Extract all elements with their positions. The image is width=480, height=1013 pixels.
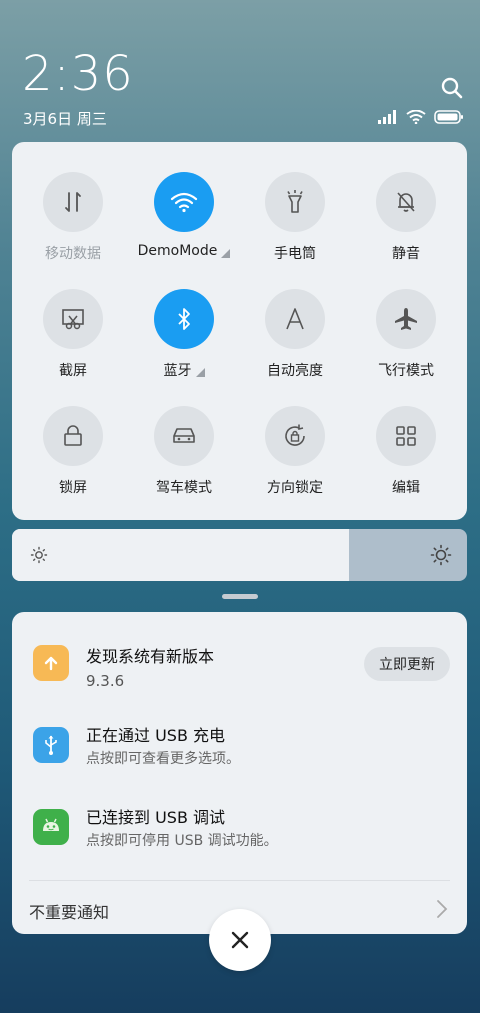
brightness-high-icon bbox=[430, 544, 452, 566]
mobile-data-icon bbox=[43, 172, 103, 232]
tile-label: 飞行模式 bbox=[378, 363, 434, 379]
tile-label: 编辑 bbox=[392, 480, 420, 496]
notification-subtitle: 点按即可查看更多选项。 bbox=[86, 751, 240, 767]
tile-label: 手电筒 bbox=[274, 246, 316, 262]
bell-off-icon bbox=[376, 172, 436, 232]
search-icon[interactable] bbox=[440, 76, 464, 100]
close-icon bbox=[231, 931, 249, 949]
notification-title: 正在通过 USB 充电 bbox=[86, 726, 226, 745]
lock-icon bbox=[43, 406, 103, 466]
date: 3月6日 周三 bbox=[23, 110, 107, 128]
brightness-slider[interactable] bbox=[12, 529, 467, 581]
notification-panel: 发现系统有新版本 9.3.6 立即更新 正在通过 USB 充电 点按即可查看更多… bbox=[12, 612, 467, 934]
clock: 2:36 bbox=[22, 46, 134, 102]
notification-system-update[interactable]: 发现系统有新版本 9.3.6 立即更新 bbox=[12, 645, 467, 715]
update-arrow-icon bbox=[33, 645, 69, 681]
tile-wifi[interactable]: DemoMode bbox=[129, 172, 239, 282]
tile-mute[interactable]: 静音 bbox=[351, 172, 461, 282]
expand-indicator-icon bbox=[221, 248, 231, 258]
panel-drag-handle[interactable] bbox=[222, 594, 258, 599]
notification-title: 发现系统有新版本 bbox=[86, 647, 215, 666]
wifi-status-icon bbox=[406, 110, 426, 124]
tile-label-row: 蓝牙 bbox=[129, 360, 239, 380]
tile-edit[interactable]: 编辑 bbox=[351, 406, 461, 516]
notification-usb-debugging[interactable]: 已连接到 USB 调试 点按即可停用 USB 调试功能。 bbox=[12, 808, 467, 879]
flashlight-icon bbox=[265, 172, 325, 232]
signal-icon bbox=[378, 110, 396, 124]
tile-label: 移动数据 bbox=[45, 246, 101, 262]
tile-label: 驾车模式 bbox=[156, 480, 212, 496]
tile-label: 蓝牙 bbox=[163, 363, 192, 379]
tile-label: DemoMode bbox=[137, 243, 218, 259]
tile-label: 截屏 bbox=[59, 363, 87, 379]
tile-label: 方向锁定 bbox=[267, 480, 323, 496]
expand-indicator-icon bbox=[195, 367, 205, 377]
status-bar: 2:36 3月6日 周三 bbox=[0, 0, 480, 140]
tile-label: 锁屏 bbox=[59, 480, 87, 496]
tile-flashlight[interactable]: 手电筒 bbox=[240, 172, 350, 282]
tile-mobile-data[interactable]: 移动数据 bbox=[18, 172, 128, 282]
chevron-right-icon[interactable] bbox=[436, 899, 448, 919]
notification-subtitle: 9.3.6 bbox=[86, 672, 125, 690]
tile-label-row: DemoMode bbox=[129, 243, 239, 259]
unimportant-notifications-link[interactable]: 不重要通知 bbox=[29, 899, 109, 923]
screenshot-icon bbox=[43, 289, 103, 349]
tile-auto-brightness[interactable]: 自动亮度 bbox=[240, 289, 350, 399]
car-icon bbox=[154, 406, 214, 466]
tile-bluetooth[interactable]: 蓝牙 bbox=[129, 289, 239, 399]
system-icons bbox=[378, 108, 464, 126]
notification-usb-charging[interactable]: 正在通过 USB 充电 点按即可查看更多选项。 bbox=[12, 726, 467, 797]
tile-screenshot[interactable]: 截屏 bbox=[18, 289, 128, 399]
grid-icon bbox=[376, 406, 436, 466]
usb-icon bbox=[33, 727, 69, 763]
android-icon bbox=[33, 809, 69, 845]
wifi-icon bbox=[154, 172, 214, 232]
airplane-icon bbox=[376, 289, 436, 349]
brightness-low-icon bbox=[30, 546, 48, 564]
notification-subtitle: 点按即可停用 USB 调试功能。 bbox=[86, 833, 278, 849]
auto-brightness-icon bbox=[265, 289, 325, 349]
quick-settings-panel: 移动数据 DemoMode 手电筒 静音 截屏 蓝牙 自动亮度 飞行模式 锁屏 … bbox=[12, 142, 467, 520]
tile-rotation-lock[interactable]: 方向锁定 bbox=[240, 406, 350, 516]
clear-all-button[interactable] bbox=[209, 909, 271, 971]
divider bbox=[29, 880, 450, 881]
tile-label: 自动亮度 bbox=[267, 363, 323, 379]
tile-lock-screen[interactable]: 锁屏 bbox=[18, 406, 128, 516]
notification-title: 已连接到 USB 调试 bbox=[86, 808, 226, 827]
tile-driving-mode[interactable]: 驾车模式 bbox=[129, 406, 239, 516]
bluetooth-icon bbox=[154, 289, 214, 349]
tile-label: 静音 bbox=[392, 246, 420, 262]
battery-icon bbox=[434, 110, 463, 124]
tile-airplane-mode[interactable]: 飞行模式 bbox=[351, 289, 461, 399]
brightness-fill bbox=[12, 529, 349, 581]
rotation-lock-icon bbox=[265, 406, 325, 466]
update-now-button[interactable]: 立即更新 bbox=[364, 647, 450, 681]
